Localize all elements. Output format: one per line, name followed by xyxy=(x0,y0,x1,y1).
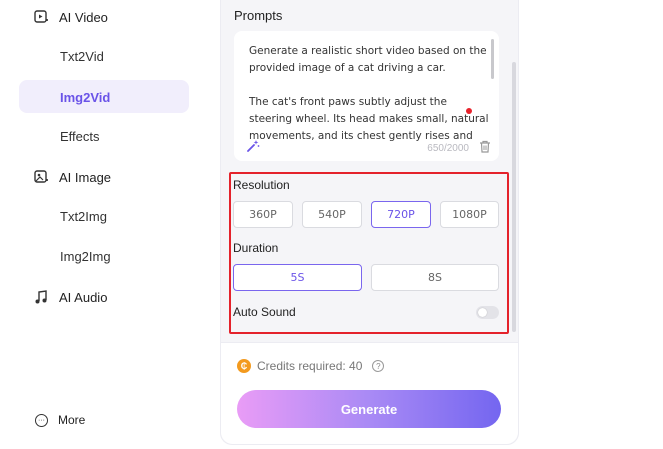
auto-sound-label: Auto Sound xyxy=(233,305,296,319)
credits-info: ₵ Credits required: 40 ? xyxy=(237,359,385,373)
resolution-label: Resolution xyxy=(233,178,290,192)
toggle-knob xyxy=(478,308,487,317)
sidebar-item-label: AI Video xyxy=(59,9,108,25)
sidebar-item-img2vid-label[interactable]: Img2Vid xyxy=(60,90,110,105)
sidebar-item-more[interactable]: ··· More xyxy=(35,413,85,427)
sidebar-item-ai-image[interactable]: AI Image xyxy=(33,169,111,185)
prompt-scrollbar[interactable] xyxy=(491,39,494,79)
cursor-dot xyxy=(466,108,472,114)
more-icon: ··· xyxy=(35,413,48,427)
duration-label: Duration xyxy=(233,241,279,255)
ai-image-icon xyxy=(33,169,49,185)
sidebar-item-effects[interactable]: Effects xyxy=(60,129,100,144)
sidebar-item-label: AI Audio xyxy=(59,289,108,305)
sidebar-item-txt2img[interactable]: Txt2Img xyxy=(60,209,107,224)
char-count: 650/2000 xyxy=(427,143,469,154)
resolution-option-1080p[interactable]: 1080P xyxy=(440,201,499,228)
sidebar-item-img2img[interactable]: Img2Img xyxy=(60,249,111,264)
duration-option-5s[interactable]: 5S xyxy=(233,264,362,291)
resolution-option-720p[interactable]: 720P xyxy=(371,201,431,228)
sidebar: AI Video Txt2Vid Img2Vid Effects AI Imag… xyxy=(0,0,205,449)
generate-button[interactable]: Generate xyxy=(237,390,501,428)
help-icon[interactable]: ? xyxy=(372,360,385,372)
credits-text: Credits required: 40 xyxy=(257,359,363,373)
panel-scrollbar[interactable] xyxy=(512,62,516,332)
sidebar-item-ai-video[interactable]: AI Video xyxy=(33,9,108,25)
sidebar-item-label: AI Image xyxy=(59,169,112,185)
prompt-textarea[interactable]: Generate a realistic short video based o… xyxy=(234,31,499,161)
music-note-icon xyxy=(33,289,49,305)
prompts-title: Prompts xyxy=(234,8,283,23)
ai-video-icon xyxy=(33,9,49,25)
coin-icon: ₵ xyxy=(237,359,251,373)
sidebar-item-txt2vid[interactable]: Txt2Vid xyxy=(60,49,104,64)
sidebar-item-label: More xyxy=(58,413,86,427)
duration-option-8s[interactable]: 8S xyxy=(371,264,499,291)
resolution-option-360p[interactable]: 360P xyxy=(233,201,293,228)
magic-wand-icon[interactable] xyxy=(246,139,260,158)
prompt-footer: 650/2000 xyxy=(246,139,491,158)
auto-sound-toggle[interactable] xyxy=(476,306,499,319)
trash-icon[interactable] xyxy=(479,140,491,158)
sidebar-item-ai-audio[interactable]: AI Audio xyxy=(33,289,107,305)
prompt-text[interactable]: Generate a realistic short video based o… xyxy=(249,43,489,145)
resolution-option-540p[interactable]: 540P xyxy=(302,201,362,228)
